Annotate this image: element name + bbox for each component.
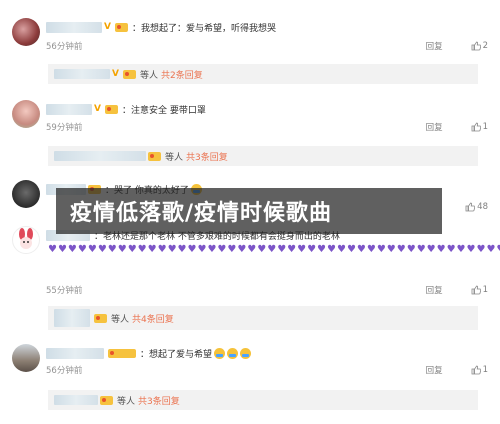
avatar[interactable] (12, 344, 40, 372)
comment-text: ：想起了爱与希望 (140, 349, 213, 360)
sub-replies[interactable]: 等人 共4条回复 (48, 306, 478, 330)
sub-replies[interactable]: 等人 共3条回复 (48, 390, 478, 410)
like-button[interactable]: 1 (471, 122, 488, 132)
sub-replies-label: 等人 (165, 152, 184, 163)
thumbs-up-icon (471, 41, 481, 51)
bunny-avatar-icon (19, 228, 33, 249)
timestamp: 55分钟前 (46, 286, 83, 296)
like-count: 1 (482, 365, 488, 375)
level-badge-icon (108, 348, 136, 358)
sub-replies-label: 等人 (117, 396, 136, 407)
like-count: 2 (482, 41, 488, 51)
level-badge-icon (105, 104, 118, 114)
like-count: 1 (482, 285, 488, 295)
emoji-icon (227, 347, 239, 359)
avatar[interactable] (12, 18, 40, 46)
reply-button[interactable]: 回复 (426, 40, 443, 52)
comment-item: V ：我想起了：爱与希望，听得我想哭 56分钟前 回复 2 V 等人 共2条回复 (12, 18, 492, 96)
level-badge-icon (123, 69, 136, 79)
sub-replies[interactable]: V 等人 共2条回复 (48, 64, 478, 84)
sub-replies-link[interactable]: 共3条回复 (138, 394, 180, 407)
reply-button[interactable]: 回复 (426, 121, 443, 133)
reply-username[interactable] (54, 69, 110, 79)
emoji-icon (240, 347, 252, 359)
sub-replies-label: 等人 (111, 314, 130, 325)
like-button[interactable]: 1 (471, 285, 488, 295)
like-button[interactable]: 2 (471, 41, 488, 51)
title-overlay: 疫情低落歌/疫情时候歌曲 (56, 188, 442, 234)
sub-replies-link[interactable]: 共4条回复 (132, 312, 174, 325)
emoji-icon (214, 347, 226, 359)
reply-username[interactable] (54, 395, 98, 405)
like-button[interactable]: 48 (465, 202, 488, 212)
username[interactable] (46, 21, 102, 33)
comment-feed: V ：我想起了：爱与希望，听得我想哭 56分钟前 回复 2 V 等人 共2条回复… (0, 0, 500, 424)
level-badge-icon (115, 22, 128, 32)
comment-item: ：老林还是那个老林 不管多艰难的时候都有会挺身而出的老林 ♥♥♥♥♥♥♥♥♥♥♥… (12, 226, 500, 336)
timestamp: 56分钟前 (46, 42, 83, 52)
thumbs-up-icon (471, 122, 481, 132)
sub-replies-link[interactable]: 共3条回复 (186, 150, 228, 163)
thumbs-up-icon (465, 202, 476, 212)
avatar[interactable] (12, 226, 40, 254)
timestamp: 56分钟前 (46, 366, 83, 376)
avatar[interactable] (12, 100, 40, 128)
comment-text: ：我想起了：爱与希望，听得我想哭 (132, 23, 277, 34)
overlay-title: 疫情低落歌/疫情时候歌曲 (70, 201, 333, 226)
v-badge-icon: V (112, 68, 119, 79)
like-count: 48 (477, 202, 488, 212)
timestamp: 59分钟前 (46, 123, 83, 133)
thumbs-up-icon (471, 365, 481, 375)
sub-replies-label: 等人 (140, 70, 159, 81)
hearts-row: ♥♥♥♥♥♥♥♥♥♥♥♥♥♥♥♥♥♥♥♥♥♥♥♥♥♥♥♥♥♥♥♥♥♥♥♥♥♥♥♥… (48, 244, 500, 255)
like-button[interactable]: 1 (471, 365, 488, 375)
comment-text: ：注意安全 要带口罩 (122, 105, 206, 116)
thumbs-up-icon (471, 285, 481, 295)
reply-button[interactable]: 回复 (426, 284, 443, 296)
reply-button[interactable]: 回复 (426, 364, 443, 376)
sub-replies[interactable]: 等人 共3条回复 (48, 146, 478, 166)
v-badge-icon: V (104, 21, 111, 32)
avatar[interactable] (12, 180, 40, 208)
sub-replies-link[interactable]: 共2条回复 (161, 68, 203, 81)
level-badge-icon (100, 395, 113, 405)
comment-item: V ：注意安全 要带口罩 59分钟前 回复 1 等人 共3条回复 (12, 100, 492, 180)
reply-username[interactable] (54, 151, 146, 161)
username[interactable] (46, 347, 104, 359)
level-badge-icon (94, 313, 107, 323)
reply-username[interactable] (54, 309, 90, 327)
level-badge-icon (148, 151, 161, 161)
v-badge-icon: V (94, 103, 101, 114)
username[interactable] (46, 103, 92, 115)
like-count: 1 (482, 122, 488, 132)
comment-item: ：想起了爱与希望 56分钟前 回复 1 等人 共3条回复 (12, 344, 492, 424)
